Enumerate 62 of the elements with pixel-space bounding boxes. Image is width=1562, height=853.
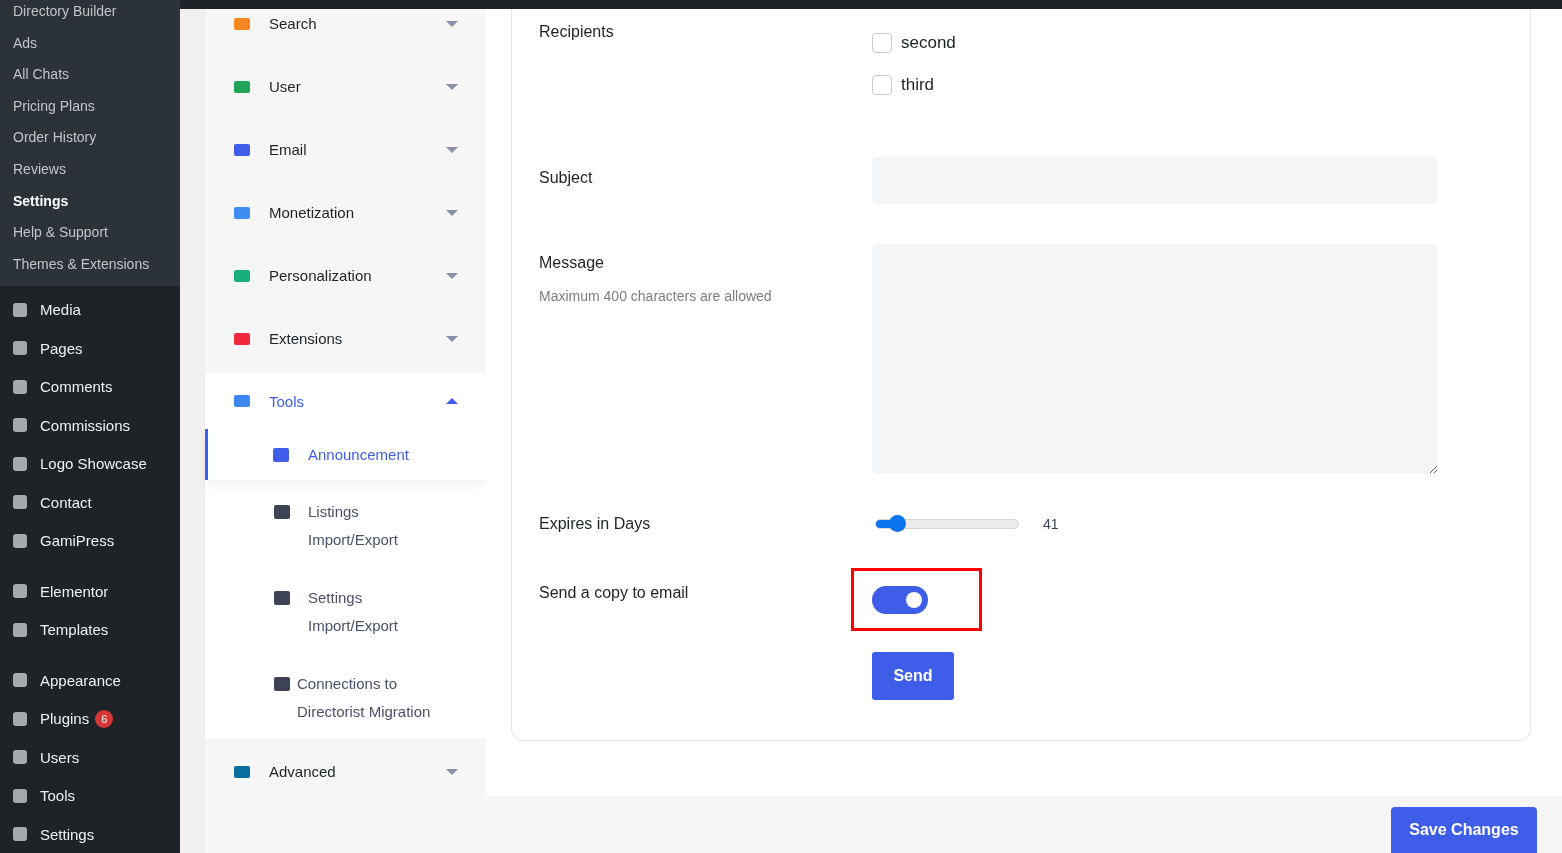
checkbox-label: third [901,75,935,95]
submenu-item[interactable]: Ads [0,27,180,60]
checkbox[interactable] [872,75,892,95]
nav-item[interactable]: Email [269,141,446,158]
menu-item[interactable]: Comments [40,378,113,396]
nav-item[interactable]: Monetization [269,204,446,221]
message-field[interactable] [872,244,1438,474]
menu-item[interactable]: Tools [40,787,76,805]
caret-down-icon[interactable] [446,272,458,279]
submenu-item[interactable]: Order History [0,122,180,154]
submenu-item[interactable]: Reviews [0,153,180,186]
save-changes-button[interactable]: Save Changes [1391,807,1537,853]
field-label: Expires in Days [539,515,652,533]
field-hint: Maximum 400 characters are allowed [539,288,773,304]
tool-icon [272,502,292,522]
tool-icon [272,588,292,608]
nav-item[interactable]: Extensions [269,330,446,347]
menu-item[interactable]: Commissions [40,416,130,434]
menu-item[interactable]: Media [40,301,81,319]
field-label: Send a copy to email [539,584,690,602]
send-button[interactable]: Send [872,652,954,700]
tool-icon [272,674,292,694]
menu-item[interactable]: Users [40,748,80,766]
menu-item[interactable]: Plugins [40,710,90,728]
caret-down-icon[interactable] [446,20,458,27]
menu-item[interactable]: Appearance [40,671,121,689]
nav-item[interactable]: Advanced [269,763,446,780]
slider-value: 41 [1043,516,1059,532]
slider-thumb[interactable] [889,515,907,532]
subnav-item[interactable]: Settings Import/Export [308,584,448,640]
nav-item[interactable]: Personalization [269,267,446,284]
submenu-item[interactable]: Settings [0,185,180,218]
caret-down-icon[interactable] [446,335,458,342]
nav-item[interactable]: Search [269,15,446,32]
caret-up-icon[interactable] [446,398,458,404]
field-label: Recipients [539,23,615,41]
subnav-item[interactable]: Announcement [308,440,409,469]
caret-down-icon[interactable] [446,209,458,216]
checkbox-label: second [901,33,956,53]
caret-down-icon[interactable] [446,768,458,775]
caret-down-icon[interactable] [446,146,458,153]
menu-item[interactable]: GamiPress [40,532,115,550]
submenu-item[interactable]: All Chats [0,59,180,91]
toggle-switch[interactable] [872,585,928,614]
submenu-item[interactable]: Directory Builder [0,0,180,28]
field-label: Message [539,254,605,272]
menu-item[interactable]: Logo Showcase [40,455,147,473]
subnav-item[interactable]: Connections to Directorist Migration [297,670,457,726]
menu-item[interactable]: Elementor [40,582,109,600]
submenu-item[interactable]: Help & Support [0,217,180,249]
menu-item[interactable]: Pages [40,339,83,357]
menu-item[interactable]: Templates [40,621,109,639]
subnav-item[interactable]: Listings Import/Export [308,498,448,554]
menu-item[interactable]: Contact [40,493,92,511]
menu-item[interactable]: Settings [40,825,95,843]
field-label: Subject [539,169,594,187]
caret-down-icon[interactable] [446,83,458,90]
checkbox[interactable] [872,33,892,53]
nav-item[interactable]: User [269,78,446,95]
update-count-badge: 6 [95,709,114,728]
submenu-item[interactable]: Themes & Extensions [0,248,180,281]
submenu-item[interactable]: Pricing Plans [0,90,180,123]
